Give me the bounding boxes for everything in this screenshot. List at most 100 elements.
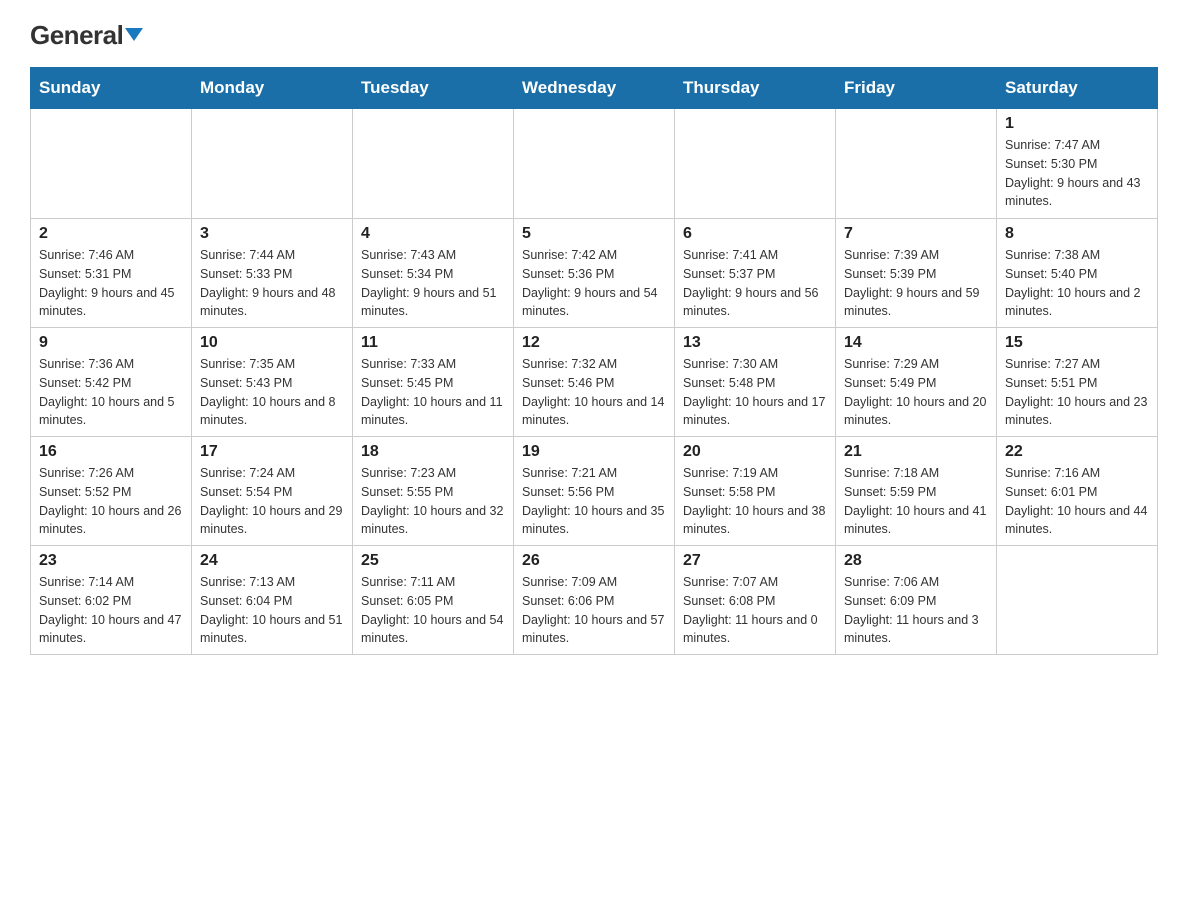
day-info: Sunrise: 7:44 AM Sunset: 5:33 PM Dayligh… xyxy=(200,246,344,321)
day-info: Sunrise: 7:43 AM Sunset: 5:34 PM Dayligh… xyxy=(361,246,505,321)
calendar-table: SundayMondayTuesdayWednesdayThursdayFrid… xyxy=(30,67,1158,655)
calendar-cell: 25Sunrise: 7:11 AM Sunset: 6:05 PM Dayli… xyxy=(353,546,514,655)
day-number: 20 xyxy=(683,443,827,461)
calendar-cell: 7 Sunrise: 7:39 AM Sunset: 5:39 PM Daylig… xyxy=(836,219,997,328)
calendar-week-2: 2 Sunrise: 7:46 AM Sunset: 5:31 PM Daylig… xyxy=(31,219,1158,328)
weekday-header-friday: Friday xyxy=(836,68,997,109)
weekday-header-row: SundayMondayTuesdayWednesdayThursdayFrid… xyxy=(31,68,1158,109)
calendar-cell: 11 Sunrise: 7:33 AM Sunset: 5:45 PM Dayli… xyxy=(353,328,514,437)
day-number: 18 xyxy=(361,443,505,461)
day-number: 11 xyxy=(361,334,505,352)
day-info: Sunrise: 7:16 AM Sunset: 6:01 PM Dayligh… xyxy=(1005,464,1149,539)
day-number: 15 xyxy=(1005,334,1149,352)
day-info: Sunrise: 7:26 AM Sunset: 5:52 PM Dayligh… xyxy=(39,464,183,539)
day-number: 28 xyxy=(844,552,988,570)
weekday-header-tuesday: Tuesday xyxy=(353,68,514,109)
calendar-cell: 12 Sunrise: 7:32 AM Sunset: 5:46 PM Dayli… xyxy=(514,328,675,437)
weekday-header-thursday: Thursday xyxy=(675,68,836,109)
calendar-cell: 4 Sunrise: 7:43 AM Sunset: 5:34 PM Daylig… xyxy=(353,219,514,328)
calendar-cell: 10 Sunrise: 7:35 AM Sunset: 5:43 PM Dayli… xyxy=(192,328,353,437)
day-info: Sunrise: 7:27 AM Sunset: 5:51 PM Dayligh… xyxy=(1005,355,1149,430)
day-number: 6 xyxy=(683,225,827,243)
calendar-cell: 16 Sunrise: 7:26 AM Sunset: 5:52 PM Dayli… xyxy=(31,437,192,546)
day-info: Sunrise: 7:29 AM Sunset: 5:49 PM Dayligh… xyxy=(844,355,988,430)
day-number: 7 xyxy=(844,225,988,243)
calendar-week-3: 9 Sunrise: 7:36 AM Sunset: 5:42 PM Daylig… xyxy=(31,328,1158,437)
day-info: Sunrise: 7:09 AM Sunset: 6:06 PM Dayligh… xyxy=(522,573,666,648)
day-number: 1 xyxy=(1005,115,1149,133)
weekday-header-monday: Monday xyxy=(192,68,353,109)
day-number: 2 xyxy=(39,225,183,243)
calendar-cell: 5 Sunrise: 7:42 AM Sunset: 5:36 PM Daylig… xyxy=(514,219,675,328)
day-info: Sunrise: 7:41 AM Sunset: 5:37 PM Dayligh… xyxy=(683,246,827,321)
day-number: 16 xyxy=(39,443,183,461)
day-info: Sunrise: 7:19 AM Sunset: 5:58 PM Dayligh… xyxy=(683,464,827,539)
calendar-cell: 23 Sunrise: 7:14 AM Sunset: 6:02 PM Dayli… xyxy=(31,546,192,655)
day-info: Sunrise: 7:13 AM Sunset: 6:04 PM Dayligh… xyxy=(200,573,344,648)
calendar-cell: 24 Sunrise: 7:13 AM Sunset: 6:04 PM Dayli… xyxy=(192,546,353,655)
day-info: Sunrise: 7:06 AM Sunset: 6:09 PM Dayligh… xyxy=(844,573,988,648)
calendar-cell: 26 Sunrise: 7:09 AM Sunset: 6:06 PM Dayli… xyxy=(514,546,675,655)
calendar-cell: 6 Sunrise: 7:41 AM Sunset: 5:37 PM Daylig… xyxy=(675,219,836,328)
weekday-header-sunday: Sunday xyxy=(31,68,192,109)
day-info: Sunrise: 7:46 AM Sunset: 5:31 PM Dayligh… xyxy=(39,246,183,321)
day-number: 8 xyxy=(1005,225,1149,243)
day-number: 14 xyxy=(844,334,988,352)
day-info: Sunrise: 7:33 AM Sunset: 5:45 PM Dayligh… xyxy=(361,355,505,430)
day-info: Sunrise: 7:14 AM Sunset: 6:02 PM Dayligh… xyxy=(39,573,183,648)
day-number: 19 xyxy=(522,443,666,461)
calendar-cell xyxy=(675,109,836,219)
day-number: 10 xyxy=(200,334,344,352)
calendar-cell: 15 Sunrise: 7:27 AM Sunset: 5:51 PM Dayli… xyxy=(997,328,1158,437)
day-info: Sunrise: 7:32 AM Sunset: 5:46 PM Dayligh… xyxy=(522,355,666,430)
day-info: Sunrise: 7:42 AM Sunset: 5:36 PM Dayligh… xyxy=(522,246,666,321)
day-number: 21 xyxy=(844,443,988,461)
calendar-cell xyxy=(836,109,997,219)
calendar-week-4: 16 Sunrise: 7:26 AM Sunset: 5:52 PM Dayli… xyxy=(31,437,1158,546)
day-number: 5 xyxy=(522,225,666,243)
calendar-cell: 8 Sunrise: 7:38 AM Sunset: 5:40 PM Daylig… xyxy=(997,219,1158,328)
logo-triangle-icon xyxy=(125,28,143,41)
calendar-cell: 2 Sunrise: 7:46 AM Sunset: 5:31 PM Daylig… xyxy=(31,219,192,328)
day-info: Sunrise: 7:11 AM Sunset: 6:05 PM Dayligh… xyxy=(361,573,505,648)
calendar-cell: 19 Sunrise: 7:21 AM Sunset: 5:56 PM Dayli… xyxy=(514,437,675,546)
day-info: Sunrise: 7:39 AM Sunset: 5:39 PM Dayligh… xyxy=(844,246,988,321)
calendar-cell: 9 Sunrise: 7:36 AM Sunset: 5:42 PM Daylig… xyxy=(31,328,192,437)
calendar-cell: 27 Sunrise: 7:07 AM Sunset: 6:08 PM Dayli… xyxy=(675,546,836,655)
day-number: 22 xyxy=(1005,443,1149,461)
day-number: 9 xyxy=(39,334,183,352)
day-info: Sunrise: 7:30 AM Sunset: 5:48 PM Dayligh… xyxy=(683,355,827,430)
day-number: 4 xyxy=(361,225,505,243)
calendar-week-1: 1 Sunrise: 7:47 AM Sunset: 5:30 PM Daylig… xyxy=(31,109,1158,219)
calendar-cell: 14 Sunrise: 7:29 AM Sunset: 5:49 PM Dayli… xyxy=(836,328,997,437)
day-info: Sunrise: 7:47 AM Sunset: 5:30 PM Dayligh… xyxy=(1005,136,1149,211)
day-info: Sunrise: 7:24 AM Sunset: 5:54 PM Dayligh… xyxy=(200,464,344,539)
day-number: 17 xyxy=(200,443,344,461)
day-number: 26 xyxy=(522,552,666,570)
calendar-cell: 1 Sunrise: 7:47 AM Sunset: 5:30 PM Daylig… xyxy=(997,109,1158,219)
day-number: 23 xyxy=(39,552,183,570)
calendar-cell: 17 Sunrise: 7:24 AM Sunset: 5:54 PM Dayli… xyxy=(192,437,353,546)
day-number: 3 xyxy=(200,225,344,243)
calendar-cell: 22 Sunrise: 7:16 AM Sunset: 6:01 PM Dayli… xyxy=(997,437,1158,546)
weekday-header-wednesday: Wednesday xyxy=(514,68,675,109)
day-number: 27 xyxy=(683,552,827,570)
day-info: Sunrise: 7:35 AM Sunset: 5:43 PM Dayligh… xyxy=(200,355,344,430)
day-info: Sunrise: 7:07 AM Sunset: 6:08 PM Dayligh… xyxy=(683,573,827,648)
calendar-cell: 21 Sunrise: 7:18 AM Sunset: 5:59 PM Dayli… xyxy=(836,437,997,546)
weekday-header-saturday: Saturday xyxy=(997,68,1158,109)
day-info: Sunrise: 7:36 AM Sunset: 5:42 PM Dayligh… xyxy=(39,355,183,430)
day-info: Sunrise: 7:23 AM Sunset: 5:55 PM Dayligh… xyxy=(361,464,505,539)
day-info: Sunrise: 7:38 AM Sunset: 5:40 PM Dayligh… xyxy=(1005,246,1149,321)
day-info: Sunrise: 7:18 AM Sunset: 5:59 PM Dayligh… xyxy=(844,464,988,539)
calendar-cell: 13Sunrise: 7:30 AM Sunset: 5:48 PM Dayli… xyxy=(675,328,836,437)
day-number: 24 xyxy=(200,552,344,570)
page-header: General xyxy=(30,20,1158,47)
calendar-cell xyxy=(353,109,514,219)
calendar-cell: 18 Sunrise: 7:23 AM Sunset: 5:55 PM Dayli… xyxy=(353,437,514,546)
day-number: 12 xyxy=(522,334,666,352)
calendar-cell xyxy=(31,109,192,219)
calendar-cell: 28 Sunrise: 7:06 AM Sunset: 6:09 PM Dayli… xyxy=(836,546,997,655)
logo-general-text: General xyxy=(30,20,143,51)
day-info: Sunrise: 7:21 AM Sunset: 5:56 PM Dayligh… xyxy=(522,464,666,539)
